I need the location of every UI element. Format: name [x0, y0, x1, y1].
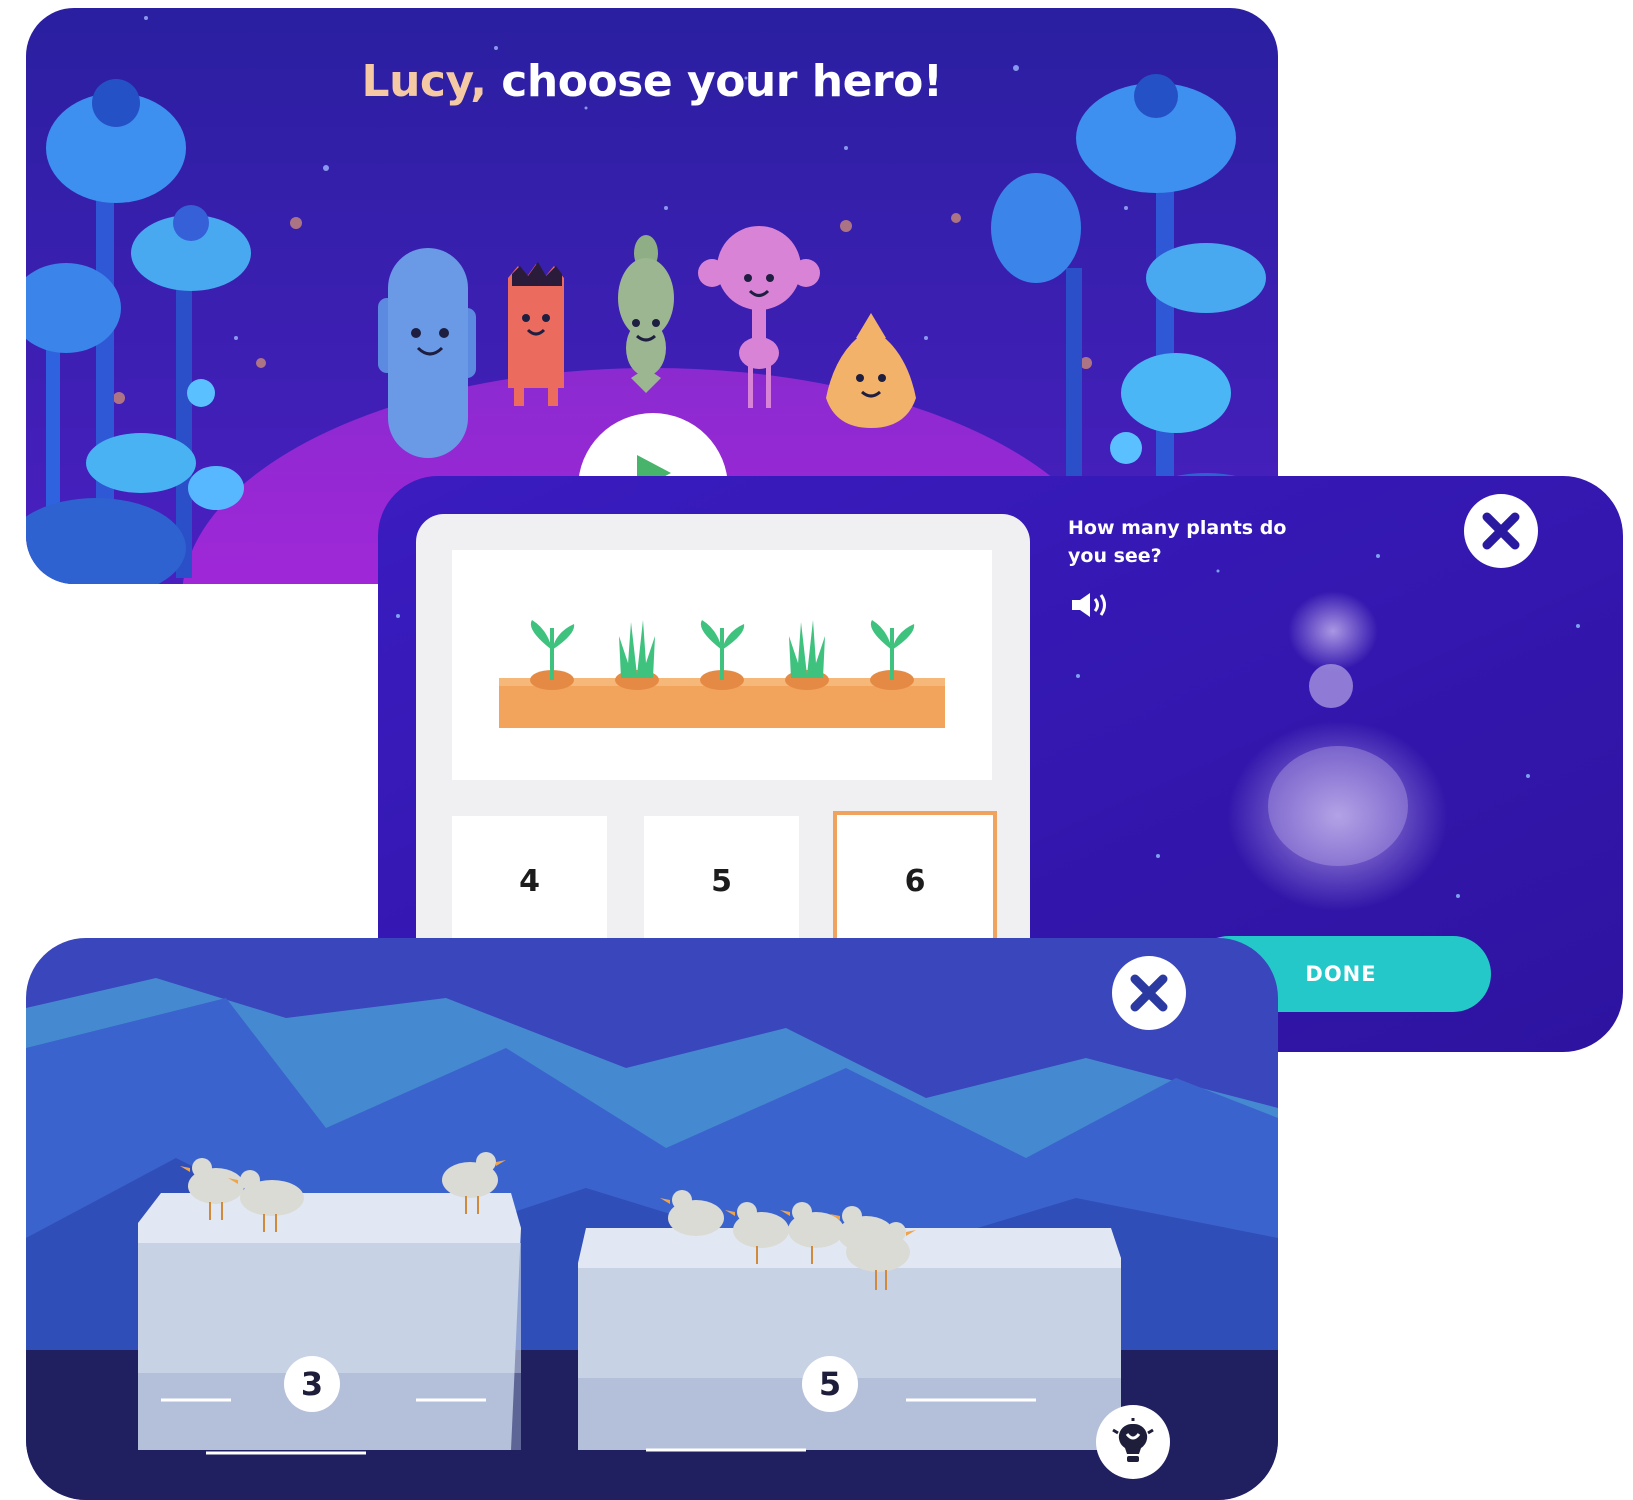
right-iceberg — [578, 1228, 1121, 1452]
quiz-close-button[interactable] — [1464, 494, 1538, 568]
close-icon — [1130, 974, 1168, 1012]
close-icon — [1482, 512, 1520, 550]
title-text: choose your hero! — [486, 56, 943, 107]
player-name: Lucy, — [361, 56, 487, 107]
iceberg-counting-screen: 3 5 — [26, 938, 1278, 1500]
lightbulb-icon — [1112, 1418, 1154, 1462]
blue-cactus-hero — [378, 248, 476, 458]
left-iceberg-count: 3 — [284, 1356, 340, 1412]
answer-choice-6[interactable]: 6 — [833, 811, 997, 951]
iceberg-scene-background — [26, 938, 1278, 1500]
red-block-hero — [508, 262, 564, 406]
answer-choice-5[interactable]: 5 — [644, 816, 799, 946]
hero-select-title: Lucy, choose your hero! — [26, 56, 1278, 107]
plant-scene — [452, 550, 992, 780]
planter-box — [499, 620, 945, 728]
hint-button[interactable] — [1096, 1405, 1170, 1479]
speaker-icon[interactable] — [1070, 591, 1110, 623]
left-iceberg — [138, 1193, 521, 1455]
question-text: How many plants do you see? — [1068, 517, 1287, 567]
iceberg-close-button[interactable] — [1112, 956, 1186, 1030]
answer-choice-4[interactable]: 4 — [452, 816, 607, 946]
right-iceberg-count: 5 — [802, 1356, 858, 1412]
